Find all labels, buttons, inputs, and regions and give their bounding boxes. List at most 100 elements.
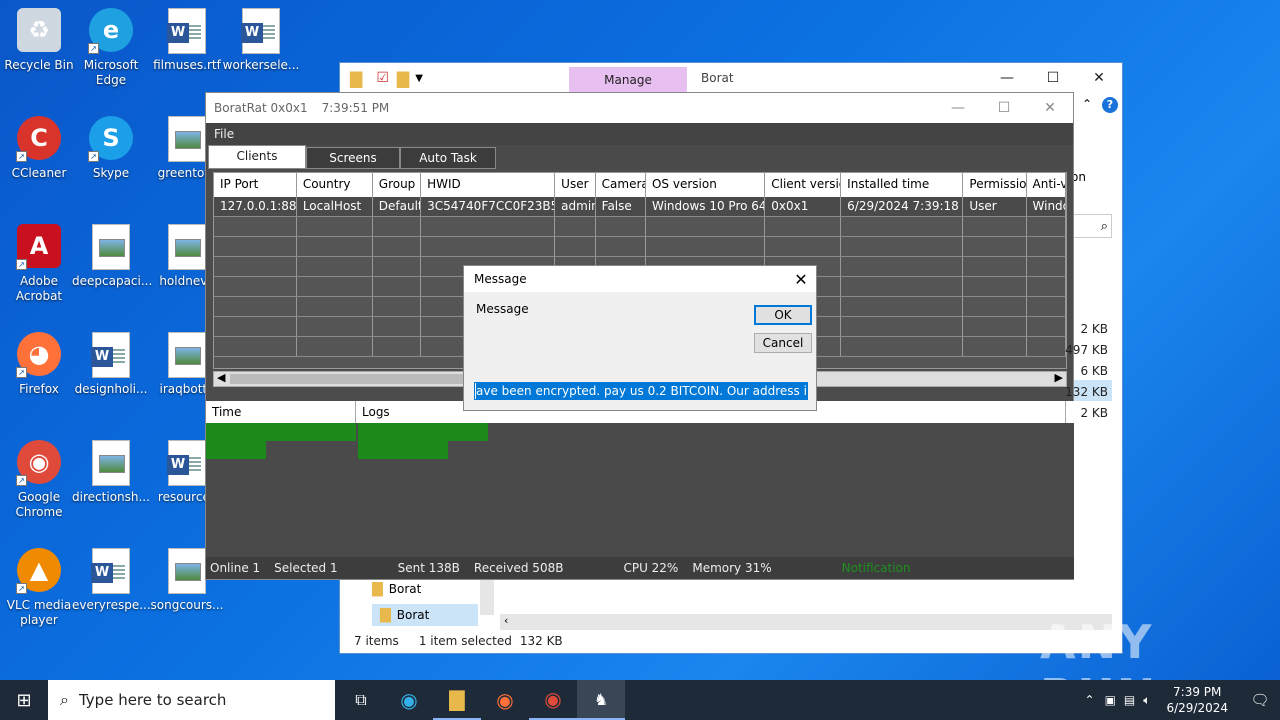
explorer-taskbar-icon[interactable]: ▇ [433,680,481,720]
maximize-button[interactable]: ☐ [981,93,1027,123]
notification-icon[interactable]: 🗨︎ [1240,691,1280,709]
desktop-icon-label: Recycle Bin [4,58,74,72]
start-button[interactable]: ⊞ [0,680,48,720]
rat-title: BoratRat 0x0x1 [214,101,308,115]
table-cell [841,317,964,336]
folder-icon: ▇ [372,581,383,597]
ok-button[interactable]: OK [754,305,812,325]
clock[interactable]: 7:39 PM 6/29/2024 [1166,684,1228,716]
clients-grid-header: IP Port Country Group HWID User Camera OS vers… [214,173,1067,197]
tab-clients[interactable]: Clients [208,145,306,169]
search-box[interactable] [1072,214,1112,238]
chrome-taskbar-icon[interactable]: ◉ [529,680,577,720]
scroll-right-icon[interactable]: ▶ [1055,371,1063,384]
taskbar: ⊞ ⌕ Type here to search ⧉ ◉ ▇ ◉ ◉ ♞ ⌃ ▣ … [0,680,1280,720]
close-icon[interactable]: ✕ [786,270,816,289]
message-input[interactable]: ave been encrypted. pay us 0.2 BITCOIN. … [474,382,808,400]
tree-item-borat[interactable]: ▇ Borat [372,581,421,597]
desktop-icon[interactable]: C ↗ CCleaner [0,116,78,181]
edge-taskbar-icon[interactable]: ◉ [385,680,433,720]
cancel-button[interactable]: Cancel [754,333,812,353]
table-row[interactable]: 127.0.0.1:8848LocalHostDefault3C54740F7C… [214,197,1067,217]
log-row [206,441,1074,459]
firefox-icon: ◕ ↗ [16,332,62,378]
search-box[interactable]: ⌕ Type here to search [48,680,335,720]
minimize-button[interactable]: — [935,93,981,123]
message-dialog[interactable]: Message ✕ Message OK Cancel ave been enc… [463,265,817,411]
properties-icon[interactable]: ☑ [376,70,389,86]
tab-auto-task[interactable]: Auto Task [400,147,496,169]
table-cell [765,217,842,236]
desktop-icon[interactable]: S ↗ Skype [72,116,150,181]
grid-column-header[interactable]: Anti-viru [1027,173,1067,197]
table-cell [373,277,422,296]
logs-col-time[interactable]: Time [206,401,356,423]
wifi-icon[interactable]: ▤ [1124,693,1135,707]
desktop-icon[interactable]: Wworkersele... [222,8,300,73]
grid-column-header[interactable]: OS version [646,173,766,197]
grid-column-header[interactable]: User [555,173,596,197]
table-cell [214,217,297,236]
image-icon [164,332,210,378]
table-cell [214,297,297,316]
volume-icon[interactable]: 🔈︎ [1143,693,1150,708]
desktop-icon[interactable]: ◕ ↗ Firefox [0,332,78,397]
desktop-icon-label: filmuses.rtf [153,58,221,72]
desktop-icon-label: directionsh... [72,490,150,504]
grid-column-header[interactable]: Country [297,173,373,197]
status-notification[interactable]: Notification [842,561,911,575]
grid-column-header[interactable]: Group [373,173,422,197]
status-received: Received 508B [473,561,564,575]
menu-file[interactable]: File [214,127,234,141]
table-row[interactable] [214,217,1067,237]
close-button[interactable]: ✕ [1076,63,1122,93]
tree-scrollbar[interactable] [480,577,494,615]
status-selected: 1 item selected [418,634,512,648]
grid-column-header[interactable]: Camera [596,173,646,197]
chevron-up-icon[interactable]: ⌃ [1085,693,1095,707]
minimize-button[interactable]: — [984,63,1030,93]
grid-column-header[interactable]: Client version [765,173,842,197]
grid-column-header[interactable]: HWID [421,173,556,197]
new-folder-icon[interactable]: ▇ [397,69,409,88]
desktop-icon[interactable]: ♻ Recycle Bin [0,8,78,73]
help-icon[interactable]: ? [1102,97,1118,113]
desktop-icon[interactable]: e ↗ Microsoft Edge [72,8,150,88]
file-size: 2 KB [1080,406,1108,420]
file-hscroll[interactable]: ‹ [500,614,1112,630]
manage-tab[interactable]: Manage [569,67,687,93]
grid-column-header[interactable]: Permission [963,173,1027,197]
table-cell: 127.0.0.1:8848 [214,197,297,216]
file-size: 497 KB [1065,343,1108,357]
table-row[interactable] [214,237,1067,257]
desktop-icon[interactable]: deepcapaci... [72,224,152,289]
grid-column-header[interactable]: Installed time [841,173,964,197]
grid-column-header[interactable]: IP Port [214,173,297,197]
scroll-left-icon[interactable]: ◀ [217,371,225,384]
collapse-ribbon-icon[interactable]: ⌃ [1082,97,1092,111]
logs-panel[interactable]: Time Logs [206,401,1074,559]
desktop-icon-label: Microsoft Edge [83,58,139,87]
desktop-icon[interactable]: Wdesignholi... [72,332,150,397]
boratrat-taskbar-icon[interactable]: ♞ [577,680,625,720]
task-view-icon[interactable]: ⧉ [337,680,385,720]
table-cell [765,237,842,256]
desktop-icon[interactable]: ▲ ↗ VLC media player [0,548,78,628]
desktop-icon[interactable]: A ↗ Adobe Acrobat [0,224,78,304]
desktop-icon[interactable]: ◉ ↗ Google Chrome [0,440,78,520]
recycle-bin-icon: ♻ [16,8,62,54]
desktop-icon[interactable]: Wfilmuses.rtf [148,8,226,73]
clock-date: 6/29/2024 [1166,701,1228,715]
rat-title-bar: BoratRat 0x0x1 7:39:51 PM — ☐ ✕ [206,93,1073,123]
network-icon[interactable]: ▣ [1105,693,1116,707]
tab-screens[interactable]: Screens [306,147,400,169]
tree-item-borat-selected[interactable]: ▇ Borat [372,604,478,626]
desktop-icon[interactable]: Weveryrespe... [72,548,151,613]
close-button[interactable]: ✕ [1027,93,1073,123]
desktop-icon[interactable]: directionsh... [72,440,150,505]
table-cell [297,257,373,276]
dropdown-icon[interactable]: ▼ [415,73,423,84]
maximize-button[interactable]: ☐ [1030,63,1076,93]
scroll-left-icon[interactable]: ‹ [504,614,508,627]
firefox-taskbar-icon[interactable]: ◉ [481,680,529,720]
